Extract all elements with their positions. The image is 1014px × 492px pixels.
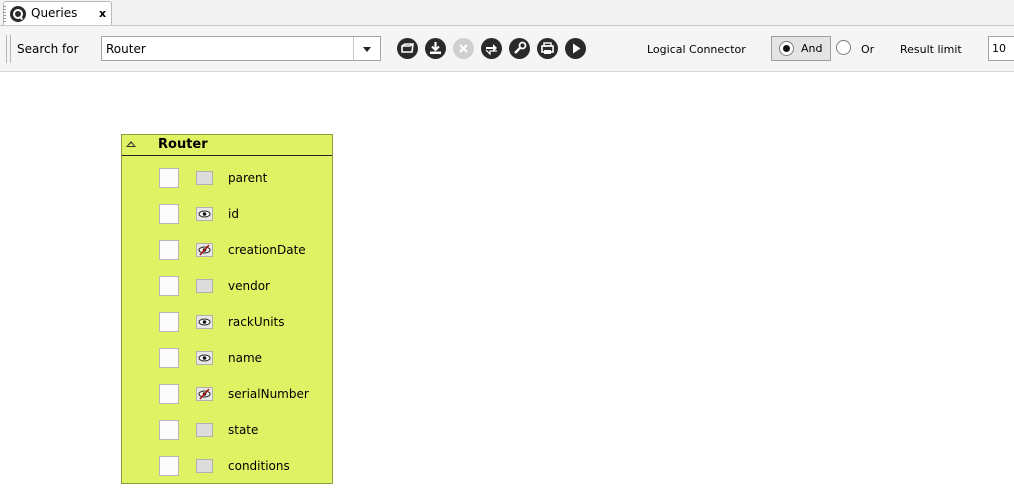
placeholder-icon[interactable] [196, 279, 213, 293]
attribute-row[interactable]: vendor [122, 274, 332, 298]
attribute-checkbox[interactable] [159, 456, 179, 476]
settings-icon[interactable] [509, 38, 530, 59]
search-for-label: Search for [17, 42, 79, 56]
refresh-icon[interactable] [481, 38, 502, 59]
or-label[interactable]: Or [861, 43, 874, 57]
or-radio[interactable] [836, 40, 851, 55]
attribute-name: name [228, 351, 263, 365]
attribute-checkbox[interactable] [159, 384, 179, 404]
open-query-icon[interactable] [397, 38, 418, 59]
attribute-name: serialNumber [228, 387, 309, 401]
attribute-row[interactable]: state [122, 418, 332, 442]
attribute-name: rackUnits [228, 315, 285, 329]
attribute-row[interactable]: creationDate [122, 238, 332, 262]
router-entity-node[interactable]: Router parent id creationDate vendor rackUni… [121, 134, 333, 484]
query-toolbar: Search for Router Logical Connector And … [0, 26, 1014, 72]
attribute-row[interactable]: conditions [122, 454, 332, 478]
result-limit-label: Result limit [900, 43, 962, 56]
toolbar-grip[interactable] [6, 35, 11, 63]
eye-icon[interactable] [196, 315, 213, 329]
placeholder-icon[interactable] [196, 423, 213, 437]
attribute-name: conditions [228, 459, 290, 473]
result-limit-input[interactable]: 10 [988, 36, 1014, 61]
logical-connector-label: Logical Connector [647, 43, 746, 56]
attribute-row[interactable]: parent [122, 166, 332, 190]
attribute-row[interactable]: rackUnits [122, 310, 332, 334]
eye-slash-icon[interactable] [196, 243, 213, 257]
and-label[interactable]: And [801, 42, 822, 56]
placeholder-icon[interactable] [196, 171, 213, 185]
save-query-icon[interactable] [425, 38, 446, 59]
eye-slash-icon[interactable] [196, 387, 213, 401]
attribute-checkbox[interactable] [159, 420, 179, 440]
attribute-checkbox[interactable] [159, 348, 179, 368]
and-radio[interactable] [779, 41, 794, 56]
attribute-checkbox[interactable] [159, 204, 179, 224]
attribute-name: parent [228, 171, 268, 185]
entity-title: Router [158, 137, 208, 152]
eye-icon[interactable] [196, 207, 213, 221]
attribute-name: state [228, 423, 259, 437]
eye-icon[interactable] [196, 351, 213, 365]
attribute-name: creationDate [228, 243, 306, 257]
attribute-checkbox[interactable] [159, 168, 179, 188]
tab-grip [3, 6, 6, 22]
collapse-icon[interactable] [126, 141, 136, 147]
clear-icon[interactable] [453, 38, 474, 59]
tab-label: Queries [31, 6, 78, 20]
attribute-name: vendor [228, 279, 270, 293]
result-limit-value[interactable]: 10 [992, 42, 1006, 56]
attribute-checkbox[interactable] [159, 240, 179, 260]
run-query-icon[interactable] [565, 38, 586, 59]
attribute-row[interactable]: id [122, 202, 332, 226]
tab-strip: Queries x [0, 0, 1014, 26]
search-icon [10, 6, 26, 22]
print-icon[interactable] [537, 38, 558, 59]
attribute-name: id [228, 207, 239, 221]
placeholder-icon[interactable] [196, 459, 213, 473]
entity-header[interactable]: Router [122, 135, 332, 156]
search-class-combobox[interactable]: Router [101, 36, 381, 61]
close-icon[interactable]: x [99, 6, 106, 21]
attribute-row[interactable]: serialNumber [122, 382, 332, 406]
search-class-value[interactable]: Router [106, 42, 146, 56]
and-option[interactable]: And [771, 36, 831, 61]
attribute-checkbox[interactable] [159, 276, 179, 296]
attribute-row[interactable]: name [122, 346, 332, 370]
chevron-down-icon[interactable] [353, 37, 380, 60]
tab-queries[interactable]: Queries x [3, 1, 112, 25]
attribute-checkbox[interactable] [159, 312, 179, 332]
